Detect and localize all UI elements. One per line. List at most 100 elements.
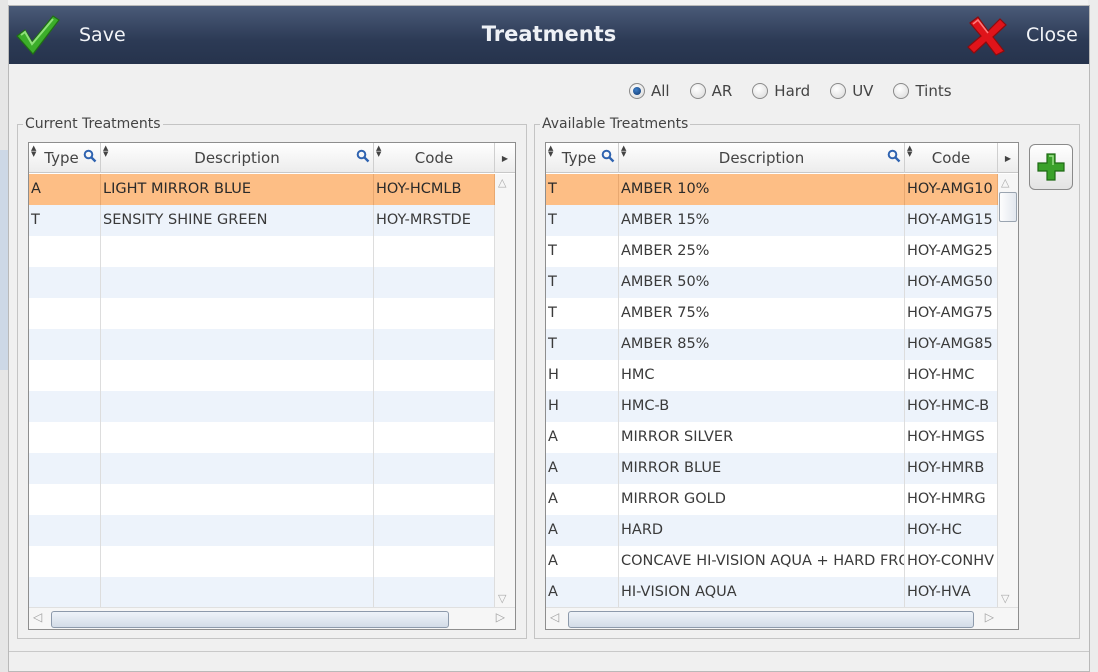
table-row[interactable] — [29, 515, 495, 546]
radio-indicator — [830, 83, 847, 99]
scroll-left-arrow[interactable]: ◁ — [550, 610, 559, 624]
table-row[interactable] — [29, 453, 495, 484]
available-treatments-grid: ▲ ▼ Type ▲ ▼ Description ▲ ▼ Code ▶ T AMBER … — [545, 142, 1019, 630]
scroll-down-arrow[interactable]: ▽ — [1001, 592, 1009, 605]
scroll-up-arrow[interactable]: △ — [1001, 176, 1009, 189]
grid-header: ▲ ▼ Type ▲ ▼ Description ▲ ▼ Code ▶ — [29, 143, 515, 173]
add-treatment-button[interactable] — [1029, 144, 1073, 190]
table-row[interactable]: T AMBER 75% HOY-AMG75 — [546, 298, 998, 329]
filter-hard-radio[interactable]: Hard — [752, 82, 810, 100]
filter-ar-radio[interactable]: AR — [689, 82, 732, 100]
column-description-label: Description — [194, 149, 280, 167]
table-row[interactable]: H HMC-B HOY-HMC-B — [546, 391, 998, 422]
column-more-arrow[interactable]: ▶ — [998, 143, 1018, 173]
cell-type — [29, 298, 101, 329]
filter-tints-radio[interactable]: Tints — [893, 82, 952, 100]
cell-type: T — [546, 267, 619, 298]
cell-description — [101, 267, 374, 298]
cell-type — [29, 329, 101, 360]
table-row[interactable]: A HARD HOY-HC — [546, 515, 998, 546]
filter-uv-radio[interactable]: UV — [830, 82, 873, 100]
cell-code — [374, 515, 495, 546]
table-row[interactable]: A MIRROR SILVER HOY-HMGS — [546, 422, 998, 453]
cell-code: HOY-AMG10 — [905, 174, 998, 205]
cell-description: AMBER 10% — [619, 174, 905, 205]
column-header-description[interactable]: ▲ ▼ Description — [101, 143, 374, 173]
table-row[interactable]: A MIRROR BLUE HOY-HMRB — [546, 453, 998, 484]
cell-description: AMBER 25% — [619, 236, 905, 267]
cell-type: T — [546, 329, 619, 360]
column-header-type[interactable]: ▲ ▼ Type — [546, 143, 619, 173]
column-header-type[interactable]: ▲ ▼ Type — [29, 143, 101, 173]
table-row[interactable] — [29, 391, 495, 422]
table-row[interactable]: A LIGHT MIRROR BLUE HOY-HCMLB — [29, 174, 495, 205]
table-row[interactable] — [29, 484, 495, 515]
filter-all-radio[interactable]: All — [629, 82, 670, 100]
cell-code: HOY-HMGS — [905, 422, 998, 453]
scroll-right-arrow[interactable]: ▷ — [496, 610, 505, 624]
red-x-icon — [967, 16, 1007, 56]
horizontal-scrollbar[interactable]: ◁ ▷ — [29, 607, 515, 629]
cell-description — [101, 546, 374, 577]
search-icon[interactable] — [887, 149, 901, 163]
cell-description — [101, 329, 374, 360]
filter-tints-label: Tints — [915, 82, 952, 100]
table-row[interactable]: T AMBER 50% HOY-AMG50 — [546, 267, 998, 298]
type-filter-group: All AR Hard UV Tints — [629, 82, 972, 100]
cell-type — [29, 546, 101, 577]
cell-description: HMC — [619, 360, 905, 391]
cell-code — [374, 236, 495, 267]
scroll-thumb[interactable] — [999, 192, 1017, 222]
vertical-scrollbar[interactable]: △ ▽ — [495, 174, 515, 607]
table-row[interactable] — [29, 360, 495, 391]
table-row[interactable]: T AMBER 10% HOY-AMG10 — [546, 174, 998, 205]
table-row[interactable] — [29, 546, 495, 577]
column-header-code[interactable]: ▲ ▼ Code — [905, 143, 998, 173]
cell-type: A — [546, 484, 619, 515]
table-row[interactable]: T SENSITY SHINE GREEN HOY-MRSTDE — [29, 205, 495, 236]
cell-code — [374, 329, 495, 360]
table-row[interactable]: T AMBER 25% HOY-AMG25 — [546, 236, 998, 267]
horizontal-scrollbar[interactable]: ◁ ▷ — [546, 607, 1018, 629]
search-icon[interactable] — [83, 149, 97, 163]
cell-code: HOY-CONHV — [905, 546, 998, 577]
scroll-thumb[interactable] — [568, 611, 974, 628]
cell-code: HOY-HMC — [905, 360, 998, 391]
current-treatments-title: Current Treatments — [23, 116, 163, 132]
table-row[interactable]: T AMBER 85% HOY-AMG85 — [546, 329, 998, 360]
cell-type: T — [546, 298, 619, 329]
scroll-down-arrow[interactable]: ▽ — [498, 592, 506, 605]
close-button[interactable]: Close — [964, 6, 1078, 64]
scroll-right-arrow[interactable]: ▷ — [985, 610, 994, 624]
table-row[interactable] — [29, 236, 495, 267]
cell-code — [374, 391, 495, 422]
cell-code — [374, 453, 495, 484]
column-more-arrow[interactable]: ▶ — [495, 143, 515, 173]
search-icon[interactable] — [356, 149, 370, 163]
table-row[interactable]: A HI-VISION AQUA HOY-HVA — [546, 577, 998, 608]
column-header-description[interactable]: ▲ ▼ Description — [619, 143, 905, 173]
scroll-up-arrow[interactable]: △ — [498, 176, 506, 189]
column-header-code[interactable]: ▲ ▼ Code — [374, 143, 495, 173]
table-row[interactable]: T AMBER 15% HOY-AMG15 — [546, 205, 998, 236]
cell-code — [374, 267, 495, 298]
radio-indicator — [629, 83, 645, 99]
cell-type: T — [29, 205, 101, 236]
vertical-scrollbar[interactable]: △ ▽ — [998, 174, 1018, 607]
search-icon[interactable] — [601, 149, 615, 163]
scroll-thumb[interactable] — [51, 611, 449, 628]
table-row[interactable]: H HMC HOY-HMC — [546, 360, 998, 391]
scroll-left-arrow[interactable]: ◁ — [33, 610, 42, 624]
cell-description: HMC-B — [619, 391, 905, 422]
cell-code — [374, 422, 495, 453]
table-row[interactable]: A MIRROR GOLD HOY-HMRG — [546, 484, 998, 515]
table-row[interactable] — [29, 329, 495, 360]
table-row[interactable] — [29, 422, 495, 453]
table-row[interactable] — [29, 298, 495, 329]
cell-type — [29, 236, 101, 267]
cell-description: SENSITY SHINE GREEN — [101, 205, 374, 236]
cell-description — [101, 453, 374, 484]
table-row[interactable] — [29, 267, 495, 298]
table-row[interactable]: A CONCAVE HI-VISION AQUA + HARD FRO HOY-CO… — [546, 546, 998, 577]
table-row[interactable] — [29, 577, 495, 608]
